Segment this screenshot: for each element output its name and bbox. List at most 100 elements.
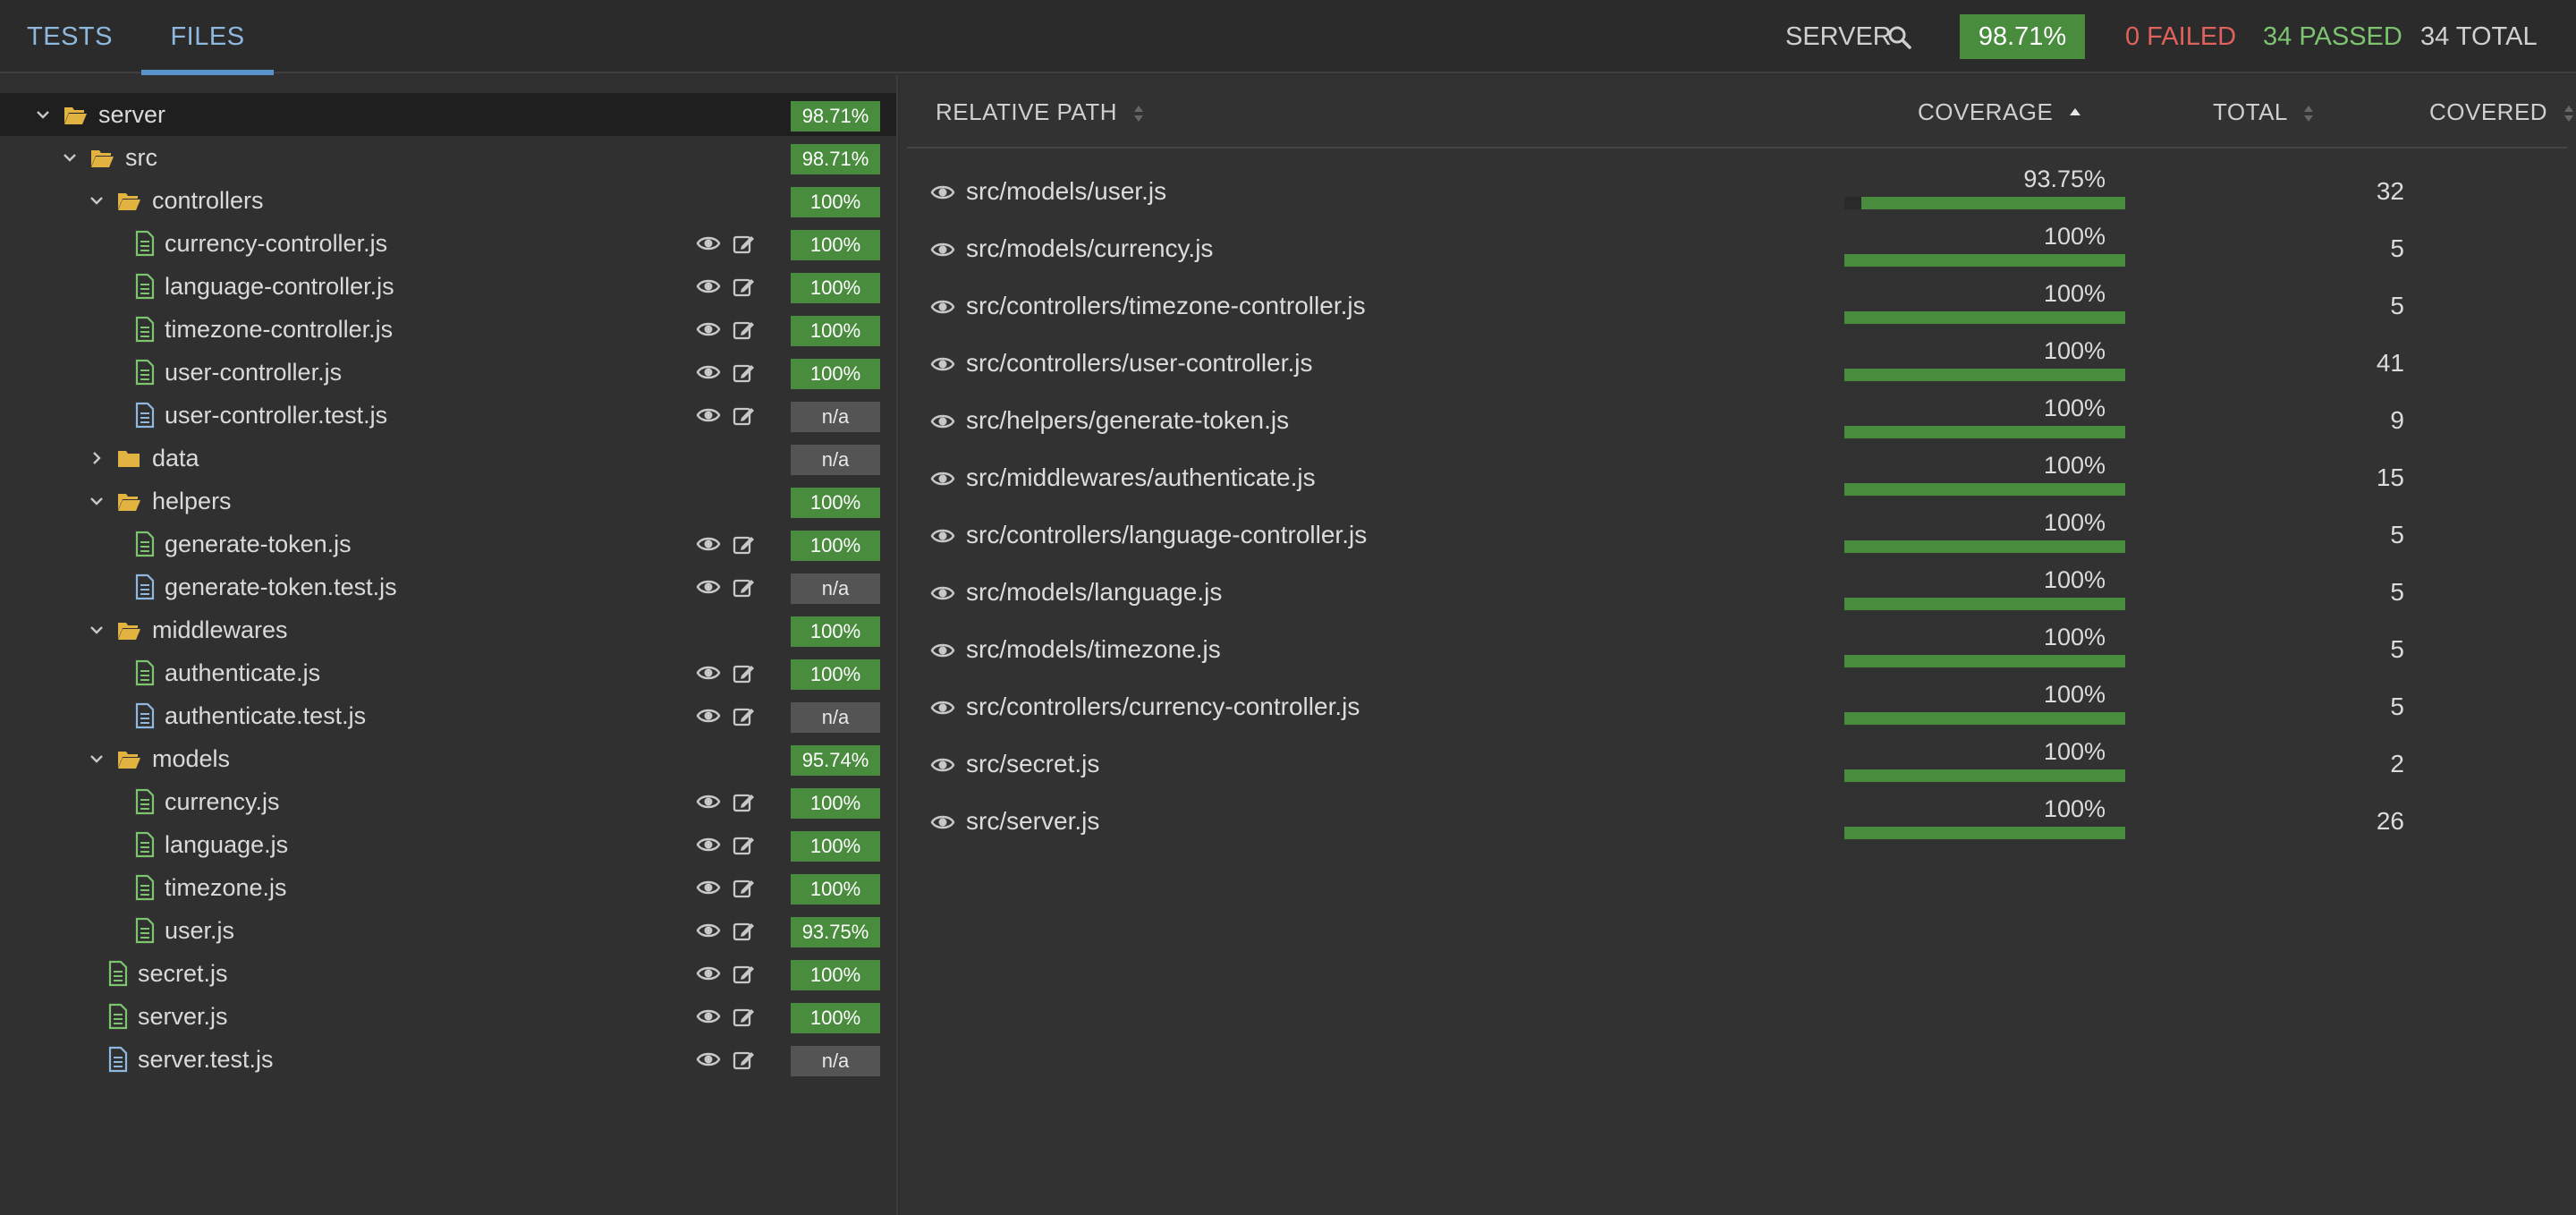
eye-icon[interactable] <box>930 524 955 548</box>
table-row[interactable]: src/controllers/currency-controller.js 10… <box>907 676 2567 734</box>
tree-file-row[interactable]: language.js 100% <box>0 823 896 866</box>
tree-file-row[interactable]: server.test.js n/a <box>0 1038 896 1081</box>
edit-icon[interactable] <box>732 876 757 899</box>
eye-icon[interactable] <box>696 661 721 684</box>
tree-file-row[interactable]: timezone-controller.js 100% <box>0 308 896 351</box>
eye-icon[interactable] <box>930 467 955 490</box>
eye-icon[interactable] <box>930 753 955 777</box>
eye-icon[interactable] <box>696 575 721 599</box>
file-path-link[interactable]: src/secret.js <box>966 746 1099 782</box>
file-path-link[interactable]: src/models/currency.js <box>966 231 1213 267</box>
eye-icon[interactable] <box>696 919 721 942</box>
failed-count[interactable]: 0 FAILED <box>2125 0 2236 73</box>
file-path-link[interactable]: src/controllers/language-controller.js <box>966 517 1367 553</box>
eye-icon[interactable] <box>930 696 955 719</box>
passed-count[interactable]: 34 PASSED <box>2263 0 2402 73</box>
edit-icon[interactable] <box>732 1005 757 1028</box>
chevron-down-icon[interactable] <box>88 492 106 510</box>
tree-file-row[interactable]: user-controller.js 100% <box>0 351 896 394</box>
eye-icon[interactable] <box>930 639 955 662</box>
edit-icon[interactable] <box>732 833 757 856</box>
eye-icon[interactable] <box>930 295 955 319</box>
eye-icon[interactable] <box>696 232 721 255</box>
tree-file-row[interactable]: currency-controller.js 100% <box>0 222 896 265</box>
edit-icon[interactable] <box>732 404 757 427</box>
eye-icon[interactable] <box>696 532 721 556</box>
chevron-down-icon[interactable] <box>88 191 106 209</box>
eye-icon[interactable] <box>696 318 721 341</box>
chevron-down-icon[interactable] <box>61 149 79 166</box>
tree-folder-row[interactable]: controllers 100% <box>0 179 896 222</box>
tree-file-row[interactable]: language-controller.js 100% <box>0 265 896 308</box>
file-path-link[interactable]: src/helpers/generate-token.js <box>966 403 1289 438</box>
chevron-down-icon[interactable] <box>88 750 106 768</box>
table-row[interactable]: src/models/timezone.js100%55 <box>907 619 2567 676</box>
tree-file-row[interactable]: server.js 100% <box>0 995 896 1038</box>
tab-files[interactable]: FILES <box>141 0 274 75</box>
chevron-down-icon[interactable] <box>34 106 52 123</box>
chevron-right-icon[interactable] <box>88 449 106 467</box>
tree-folder-row[interactable]: src 98.71% <box>0 136 896 179</box>
edit-icon[interactable] <box>732 962 757 985</box>
edit-icon[interactable] <box>732 318 757 341</box>
table-row[interactable]: src/controllers/user-controller.js 100% 41… <box>907 333 2567 390</box>
tree-file-row[interactable]: user-controller.test.js n/a <box>0 394 896 437</box>
eye-icon[interactable] <box>696 275 721 298</box>
edit-icon[interactable] <box>732 275 757 298</box>
tree-file-row[interactable]: generate-token.test.js n/a <box>0 565 896 608</box>
chevron-down-icon[interactable] <box>88 621 106 639</box>
eye-icon[interactable] <box>930 181 955 204</box>
eye-icon[interactable] <box>930 410 955 433</box>
table-row[interactable]: src/models/currency.js100%55 <box>907 218 2567 276</box>
file-path-link[interactable]: src/server.js <box>966 803 1099 839</box>
edit-icon[interactable] <box>732 575 757 599</box>
tree-folder-row[interactable]: server 98.71% <box>0 93 896 136</box>
table-row[interactable]: src/controllers/timezone-controller.js 10… <box>907 276 2567 333</box>
tab-tests[interactable]: TESTS <box>9 0 131 73</box>
tree-file-row[interactable]: secret.js 100% <box>0 952 896 995</box>
eye-icon[interactable] <box>696 1048 721 1071</box>
file-path-link[interactable]: src/models/timezone.js <box>966 632 1221 667</box>
edit-icon[interactable] <box>732 232 757 255</box>
edit-icon[interactable] <box>732 790 757 813</box>
eye-icon[interactable] <box>696 1005 721 1028</box>
table-row[interactable]: src/models/user.js93.75%3230 <box>907 161 2567 218</box>
tree-file-row[interactable]: authenticate.test.js n/a <box>0 694 896 737</box>
tree-file-row[interactable]: generate-token.js 100% <box>0 523 896 565</box>
eye-icon[interactable] <box>696 361 721 384</box>
tree-file-row[interactable]: timezone.js 100% <box>0 866 896 909</box>
total-count[interactable]: 34 TOTAL <box>2420 0 2538 73</box>
tree-file-row[interactable]: user.js 93.75% <box>0 909 896 952</box>
table-row[interactable]: src/secret.js100%22 <box>907 734 2567 791</box>
edit-icon[interactable] <box>732 361 757 384</box>
file-path-link[interactable]: src/models/language.js <box>966 574 1222 610</box>
table-row[interactable]: src/controllers/language-controller.js 10… <box>907 505 2567 562</box>
eye-icon[interactable] <box>930 582 955 605</box>
table-row[interactable]: src/helpers/generate-token.js100%99 <box>907 390 2567 447</box>
edit-icon[interactable] <box>732 919 757 942</box>
tree-folder-row[interactable]: models 95.74% <box>0 737 896 780</box>
eye-icon[interactable] <box>930 811 955 834</box>
file-path-link[interactable]: src/controllers/user-controller.js <box>966 345 1312 381</box>
eye-icon[interactable] <box>696 790 721 813</box>
column-covered[interactable]: COVERED <box>2429 75 2574 149</box>
tree-folder-row[interactable]: helpers 100% <box>0 480 896 523</box>
eye-icon[interactable] <box>696 962 721 985</box>
column-total[interactable]: TOTAL <box>2213 75 2314 149</box>
table-row[interactable]: src/models/language.js100%55 <box>907 562 2567 619</box>
eye-icon[interactable] <box>696 833 721 856</box>
eye-icon[interactable] <box>696 704 721 727</box>
eye-icon[interactable] <box>696 404 721 427</box>
file-path-link[interactable]: src/middlewares/authenticate.js <box>966 460 1316 496</box>
file-path-link[interactable]: src/controllers/timezone-controller.js <box>966 288 1366 324</box>
column-coverage[interactable]: COVERAGE <box>1918 75 2081 149</box>
edit-icon[interactable] <box>732 704 757 727</box>
file-path-link[interactable]: src/controllers/currency-controller.js <box>966 689 1360 725</box>
table-row[interactable]: src/middlewares/authenticate.js100%1515 <box>907 447 2567 505</box>
tree-folder-row[interactable]: middlewares 100% <box>0 608 896 651</box>
edit-icon[interactable] <box>732 661 757 684</box>
tree-file-row[interactable]: currency.js 100% <box>0 780 896 823</box>
search-icon[interactable] <box>1887 25 1912 50</box>
eye-icon[interactable] <box>696 876 721 899</box>
file-path-link[interactable]: src/models/user.js <box>966 174 1166 209</box>
